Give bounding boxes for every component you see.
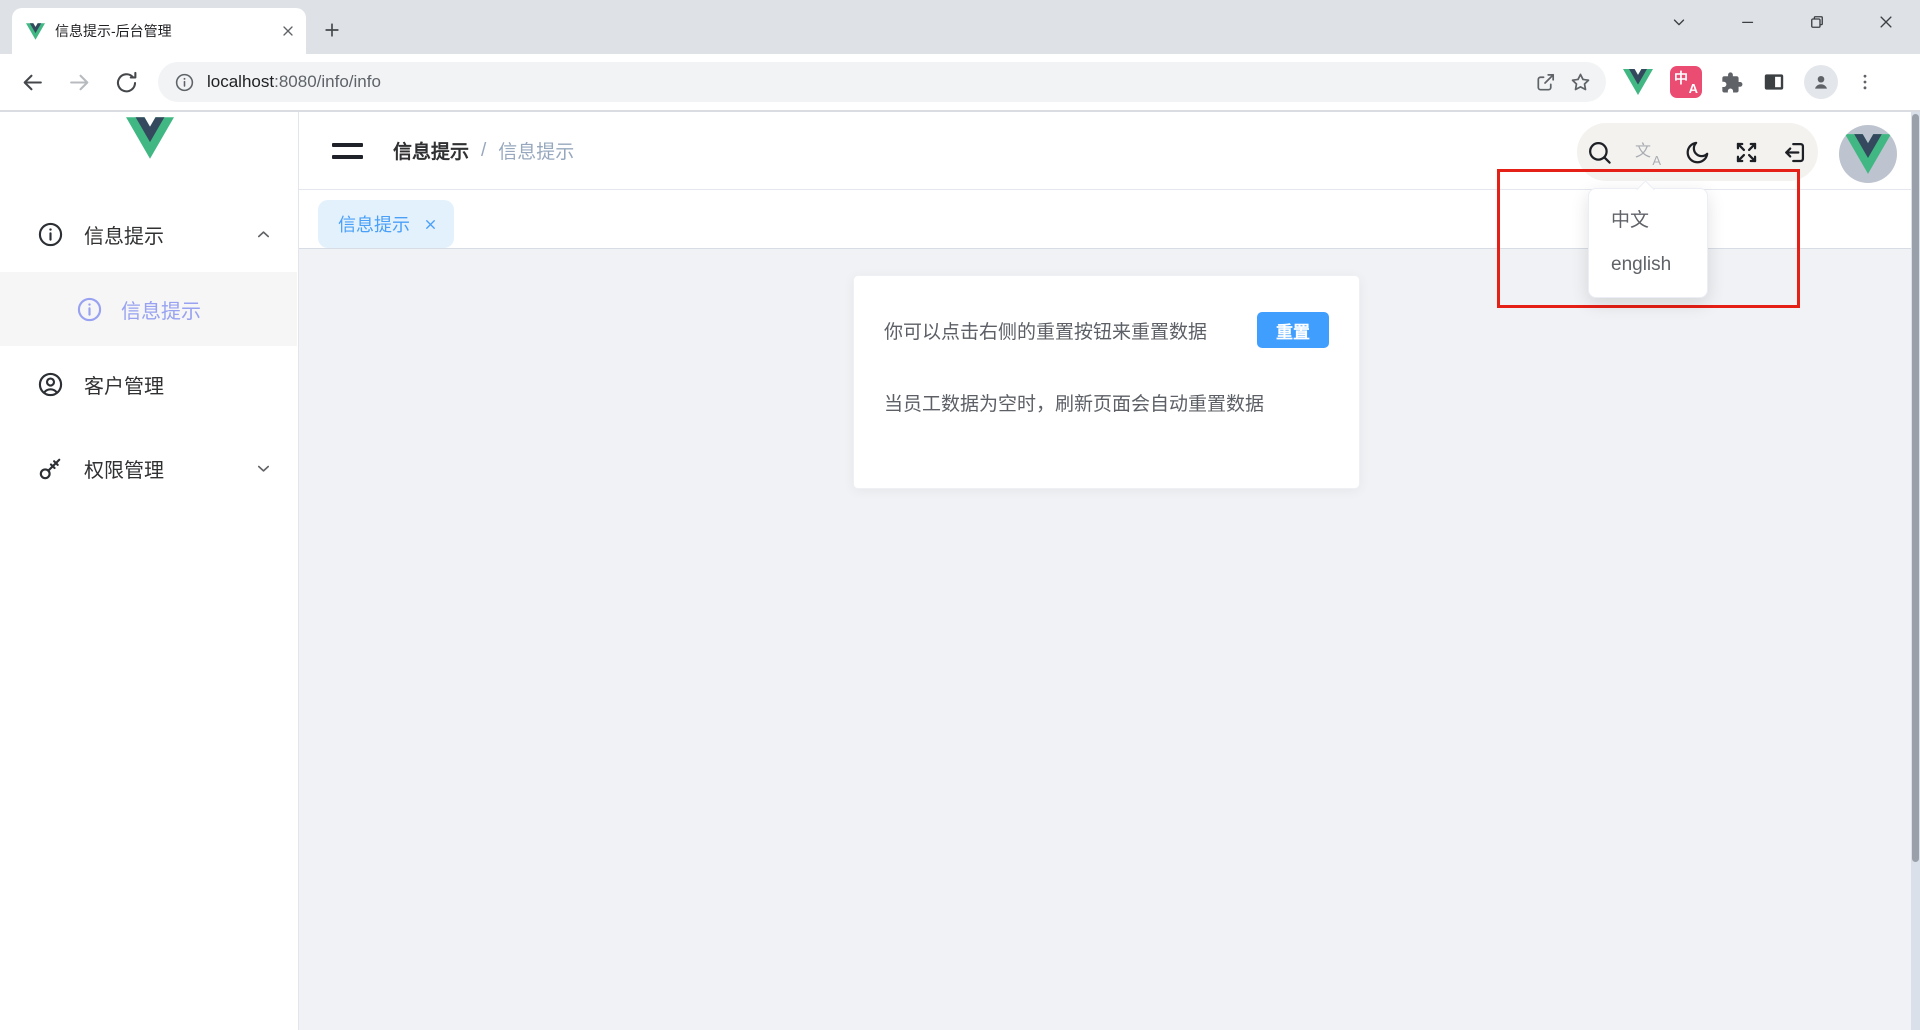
language-option-chinese[interactable]: 中文 xyxy=(1589,199,1707,243)
sidebar-item-label: 权限管理 xyxy=(84,459,164,482)
content-area: 你可以点击右侧的重置按钮来重置数据 重置 当员工数据为空时，刷新页面会自动重置数… xyxy=(299,249,1920,1030)
info-card: 你可以点击右侧的重置按钮来重置数据 重置 当员工数据为空时，刷新页面会自动重置数… xyxy=(853,275,1360,489)
breadcrumb: 信息提示 / 信息提示 xyxy=(393,137,574,164)
sidebar-menu: 信息提示 信息提示 客户管理 权限管理 xyxy=(0,196,297,506)
reset-button[interactable]: 重置 xyxy=(1257,312,1329,348)
browser-profile-avatar[interactable] xyxy=(1804,65,1838,99)
vue-devtools-extension-icon[interactable] xyxy=(1623,69,1653,95)
user-avatar[interactable] xyxy=(1839,125,1897,183)
browser-tab[interactable]: 信息提示-后台管理 xyxy=(12,8,306,54)
extensions-puzzle-icon[interactable] xyxy=(1719,70,1744,95)
card-line2-text: 当员工数据为空时，刷新页面会自动重置数据 xyxy=(884,394,1265,415)
minimize-button[interactable] xyxy=(1713,0,1782,44)
tab-close-icon[interactable] xyxy=(280,23,296,39)
search-icon[interactable] xyxy=(1586,139,1613,166)
app-logo-vue-icon xyxy=(126,117,174,159)
sidebar-subitem-info-active[interactable]: 信息提示 xyxy=(0,272,297,346)
new-tab-button[interactable] xyxy=(316,14,348,46)
key-icon xyxy=(37,455,64,482)
chevron-down-icon xyxy=(254,459,273,478)
browser-tab-strip: 信息提示-后台管理 xyxy=(0,0,1920,54)
address-bar[interactable]: localhost:8080/info/info xyxy=(158,62,1606,102)
vue-favicon-icon xyxy=(26,22,45,40)
language-switch-icon[interactable]: 文A xyxy=(1635,139,1662,168)
language-dropdown: 中文 english xyxy=(1588,188,1708,298)
view-tab-label: 信息提示 xyxy=(338,215,410,235)
sidebar: 信息提示 信息提示 客户管理 权限管理 xyxy=(0,112,299,1030)
logout-icon[interactable] xyxy=(1782,139,1809,166)
breadcrumb-separator: / xyxy=(481,139,487,161)
header-actions: 文A xyxy=(1577,123,1818,181)
fold-icon-bar xyxy=(332,142,363,147)
share-icon[interactable] xyxy=(1534,71,1557,94)
forward-button[interactable] xyxy=(57,60,101,104)
reload-button[interactable] xyxy=(104,60,148,104)
translate-extension-icon[interactable]: 中A xyxy=(1670,66,1702,98)
extensions-area: 中A xyxy=(1623,65,1875,99)
bookmark-star-icon[interactable] xyxy=(1569,71,1592,94)
page-scrollbar xyxy=(1911,112,1920,1030)
info-circle-icon xyxy=(76,296,103,323)
scrollbar-thumb[interactable] xyxy=(1912,114,1919,862)
window-controls xyxy=(1644,0,1920,44)
back-button[interactable] xyxy=(10,60,54,104)
browser-tab-title: 信息提示-后台管理 xyxy=(55,23,172,39)
card-row-note: 当员工数据为空时，刷新页面会自动重置数据 xyxy=(884,389,1329,416)
sidebar-item-customers[interactable]: 客户管理 xyxy=(0,346,297,422)
sidebar-item-info-group[interactable]: 信息提示 xyxy=(0,196,297,272)
restore-button[interactable] xyxy=(1782,0,1851,44)
fullscreen-icon[interactable] xyxy=(1733,139,1760,166)
side-panel-icon[interactable] xyxy=(1761,69,1787,95)
sidebar-item-permissions[interactable]: 权限管理 xyxy=(0,430,297,506)
fold-icon-bar xyxy=(332,154,363,159)
url-text: localhost:8080/info/info xyxy=(207,72,381,92)
browser-menu-kebab-icon[interactable] xyxy=(1855,72,1875,92)
url-path: :8080/info/info xyxy=(274,72,381,91)
page-header: 信息提示 / 信息提示 文A xyxy=(299,112,1920,190)
language-option-english[interactable]: english xyxy=(1589,243,1707,287)
card-line1-text: 你可以点击右侧的重置按钮来重置数据 xyxy=(884,321,1208,343)
card-row-reset: 你可以点击右侧的重置按钮来重置数据 重置 xyxy=(884,312,1329,348)
menu-gap xyxy=(0,422,297,430)
breadcrumb-root[interactable]: 信息提示 xyxy=(393,137,469,164)
tab-search-chevron-icon[interactable] xyxy=(1644,0,1713,44)
info-circle-icon xyxy=(37,221,64,248)
screen: 信息提示-后台管理 localhost:8080/info/info 中 A 信… xyxy=(0,0,1920,1030)
close-window-button[interactable] xyxy=(1851,0,1920,44)
sidebar-subitem-label: 信息提示 xyxy=(121,300,201,323)
collapse-sidebar-button[interactable] xyxy=(332,136,368,166)
url-host: localhost xyxy=(207,72,275,91)
dark-mode-moon-icon[interactable] xyxy=(1684,139,1711,166)
user-circle-icon xyxy=(37,371,64,398)
site-info-icon[interactable] xyxy=(174,72,195,93)
browser-toolbar: localhost:8080/info/info 中A xyxy=(0,54,1920,112)
breadcrumb-current: 信息提示 xyxy=(498,142,575,163)
view-tab-active[interactable]: 信息提示 xyxy=(318,200,454,248)
view-tab-close-icon[interactable] xyxy=(423,217,438,232)
chevron-up-icon xyxy=(254,225,273,244)
sidebar-item-label: 信息提示 xyxy=(84,225,164,248)
sidebar-item-label: 客户管理 xyxy=(84,375,164,398)
